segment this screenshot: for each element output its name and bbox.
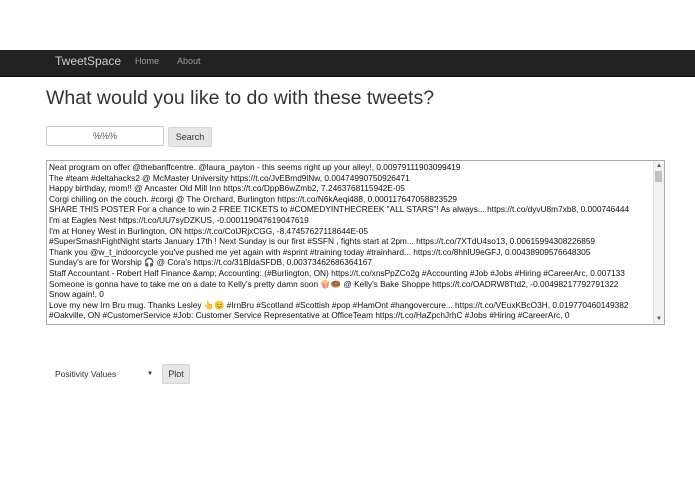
tweet-list: Neat program on offer @thebanffcentre. @… — [49, 162, 655, 321]
search-input[interactable]: %%% — [46, 126, 164, 146]
navbar-brand[interactable]: TweetSpace — [55, 54, 121, 68]
navbar: TweetSpace Home About — [0, 50, 695, 77]
plot-button[interactable]: Plot — [162, 364, 190, 384]
plot-type-selected-value: Positivity Values — [55, 369, 117, 379]
tweet-textarea[interactable]: Neat program on offer @thebanffcentre. @… — [46, 160, 665, 325]
tweet-line: #Oakville, ON #CustomerService #Job: Cus… — [49, 310, 570, 321]
tweet-line: Neat program on offer @thebanffcentre. @… — [49, 162, 461, 172]
plot-type-select[interactable]: Positivity Values ▼ — [55, 367, 155, 382]
tweet-line: Thank you @w_t_indoorcycle you've pushed… — [49, 246, 591, 257]
dropdown-arrow-icon: ▼ — [147, 371, 153, 377]
tweet-line: I'm at Eagles Nest https://t.co/UU7syDZK… — [49, 214, 309, 225]
search-button[interactable]: Search — [168, 127, 212, 147]
tweet-line: Love my new Irn Bru mug. Thanks Lesley 👆… — [49, 299, 629, 310]
nav-link-home[interactable]: Home — [135, 56, 159, 66]
tweet-line: Sunday's are for Worship 🎧 @ Cora's http… — [49, 257, 372, 268]
page-title: What would you like to do with these twe… — [46, 87, 435, 109]
tweet-line: I'm at Honey West in Burlington, ON http… — [49, 225, 369, 236]
tweet-line: Happy birthday, mom!! @ Ancaster Old Mil… — [49, 183, 405, 194]
scroll-up-arrow-icon[interactable]: ▲ — [655, 162, 663, 170]
tweet-line: Someone is gonna have to take me on a da… — [49, 278, 619, 289]
scroll-thumb[interactable] — [655, 171, 662, 182]
tweet-line: #SuperSmashFightNight starts January 17t… — [49, 236, 596, 247]
top-blank-area — [0, 0, 695, 50]
tweet-line: The #team #deltahacks2 @ McMaster Univer… — [49, 172, 410, 183]
tweet-line: Staff Accountant - Robert Half Finance &… — [49, 267, 625, 278]
scroll-down-arrow-icon[interactable]: ▼ — [655, 315, 663, 323]
textarea-scrollbar[interactable]: ▲ ▼ — [653, 161, 664, 324]
tweet-line: Snow again!, 0 — [49, 289, 104, 300]
tweet-line: SHARE THIS POSTER For a chance to win 2 … — [49, 204, 630, 215]
nav-link-about[interactable]: About — [177, 56, 201, 66]
tweet-line: Corgi chilling on the couch. #corgi @ Th… — [49, 193, 458, 204]
